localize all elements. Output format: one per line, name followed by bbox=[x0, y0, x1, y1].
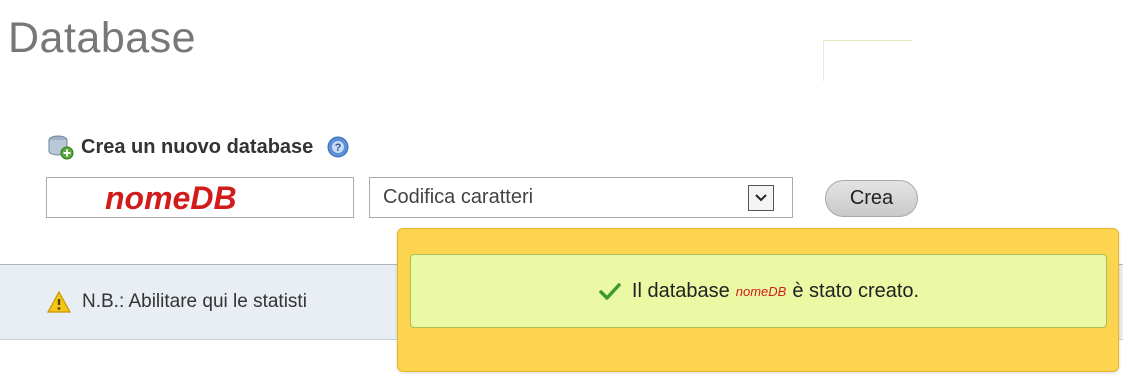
success-prefix: Il database bbox=[631, 279, 730, 302]
charset-select[interactable]: Codifica caratteri bbox=[369, 177, 793, 218]
database-name-input[interactable] bbox=[46, 177, 354, 218]
create-button[interactable]: Crea bbox=[825, 180, 918, 217]
dropdown-arrow-icon[interactable] bbox=[748, 184, 774, 211]
success-db-name: nomeDB bbox=[735, 283, 787, 299]
database-add-icon bbox=[47, 134, 75, 160]
checkmark-icon bbox=[598, 281, 622, 301]
svg-text:?: ? bbox=[335, 142, 342, 154]
help-icon[interactable]: ? bbox=[327, 136, 349, 158]
create-database-heading: Crea un nuovo database ? bbox=[47, 134, 349, 160]
notice-text: N.B.: Abilitare qui le statisti bbox=[82, 291, 307, 312]
success-message: Il database nomeDB è stato creato. bbox=[410, 254, 1107, 328]
charset-selected-value: Codifica caratteri bbox=[383, 186, 534, 208]
create-database-label: Crea un nuovo database bbox=[81, 135, 314, 158]
warning-icon bbox=[46, 290, 72, 314]
success-suffix: è stato creato. bbox=[792, 279, 920, 302]
decorative-line bbox=[823, 40, 912, 81]
notification-popup: Il database nomeDB è stato creato. bbox=[397, 228, 1119, 372]
page-title: Database bbox=[8, 14, 197, 62]
